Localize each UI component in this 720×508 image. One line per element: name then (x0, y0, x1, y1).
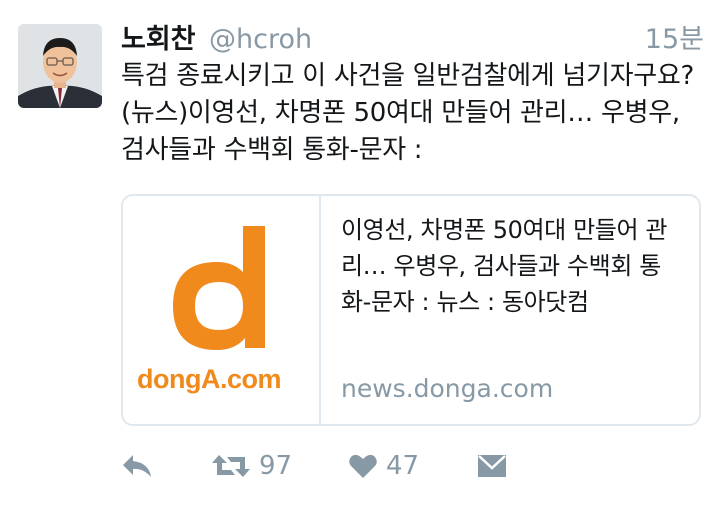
avatar[interactable] (18, 24, 102, 108)
tweet-text: 특검 종료시키고 이 사건을 일반검찰에게 넘기자구요? (뉴스)이영선, 차명… (121, 61, 694, 165)
author-name[interactable]: 노회찬 (121, 20, 196, 60)
donga-d-logo (173, 226, 265, 350)
link-card[interactable]: dongA.com 이영선, 차명폰 50여대 만들어 관리… 우병우, 검사들… (121, 194, 701, 426)
direct-message-button[interactable] (476, 444, 508, 488)
retweet-icon (212, 455, 250, 477)
tweet[interactable]: 노회찬 @hcroh 15분 특검 종료시키고 이 사건을 일반검찰에게 넘기자… (0, 0, 720, 508)
like-count: 47 (386, 451, 420, 481)
like-button[interactable]: 47 (348, 444, 419, 488)
card-domain: news.donga.com (341, 374, 554, 403)
reply-icon (123, 455, 151, 477)
reply-button[interactable] (121, 444, 153, 488)
timestamp[interactable]: 15분 (645, 20, 704, 60)
author-handle[interactable]: @hcroh (209, 20, 312, 60)
tweet-header: 노회찬 @hcroh 15분 (121, 20, 704, 60)
envelope-icon (478, 455, 506, 477)
retweet-button[interactable]: 97 (211, 444, 292, 488)
tweet-actions: 97 47 (121, 444, 707, 488)
card-thumbnail: dongA.com (123, 196, 321, 424)
heart-icon (349, 454, 377, 478)
card-title: 이영선, 차명폰 50여대 만들어 관리… 우병우, 검사들과 수백회 통화-문… (341, 216, 668, 316)
card-body: 이영선, 차명폰 50여대 만들어 관리… 우병우, 검사들과 수백회 통화-문… (341, 212, 685, 414)
card-brand-name: dongA.com (137, 364, 282, 394)
retweet-count: 97 (259, 451, 293, 481)
